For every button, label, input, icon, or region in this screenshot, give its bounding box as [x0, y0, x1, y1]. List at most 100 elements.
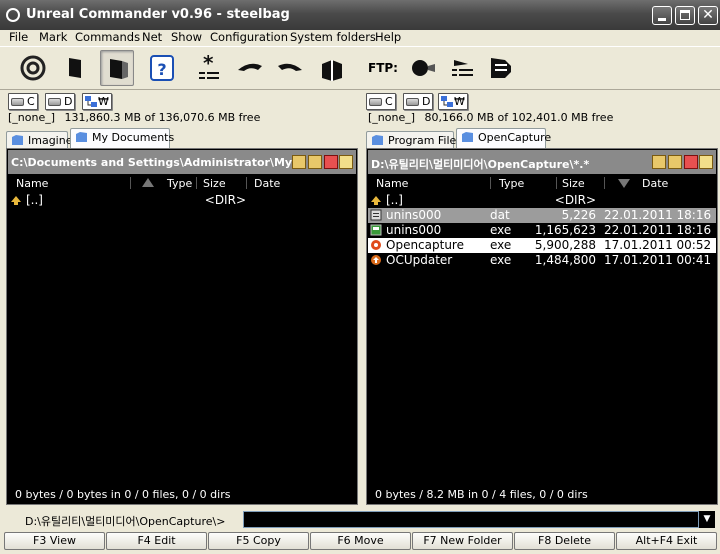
ftp-plug-icon	[412, 60, 435, 76]
right-drive-c-button[interactable]: C	[366, 93, 396, 110]
file-row[interactable]: Opencapture exe 5,900,288 17.01.2011 00:…	[368, 238, 716, 253]
menu-net[interactable]: Net	[142, 30, 162, 44]
left-drive-c-button[interactable]: C	[8, 93, 38, 110]
command-input[interactable]	[243, 511, 699, 528]
right-network-button[interactable]: ₩	[438, 93, 468, 110]
folder-icon	[372, 135, 383, 145]
column-separator[interactable]	[130, 177, 131, 189]
favorites-folder-icon[interactable]	[668, 155, 682, 169]
history-icon[interactable]	[652, 155, 666, 169]
right-column-header: Name Type Size Date	[368, 175, 716, 191]
drive-letter: D	[422, 95, 431, 108]
f8-delete-button[interactable]: F8 Delete	[514, 532, 615, 550]
bookmark-icon[interactable]	[324, 155, 338, 169]
right-path-bar[interactable]: D:\유틸리티\멀티미디어\OpenCapture\*.*	[368, 150, 716, 174]
col-date-header[interactable]: Date	[254, 177, 280, 190]
right-tab-strip: Program Files OpenCapture	[366, 128, 718, 148]
left-network-button[interactable]: ₩	[82, 93, 112, 110]
minimize-button[interactable]	[652, 6, 672, 25]
brief-view-button[interactable]	[58, 50, 92, 86]
right-tab-opencapture[interactable]: OpenCapture	[456, 128, 551, 148]
col-type-header[interactable]: Type	[167, 177, 192, 190]
column-separator[interactable]	[246, 177, 247, 189]
left-drive-bar: C D ₩	[8, 93, 358, 111]
file-row[interactable]: [..] <DIR>	[368, 193, 716, 208]
col-date-header[interactable]: Date	[642, 177, 668, 190]
file-date: 17.01.2011 00:41	[604, 253, 712, 267]
right-file-panel[interactable]: D:\유틸리티\멀티미디어\OpenCapture\*.* Name Type …	[366, 148, 718, 505]
maximize-button[interactable]	[675, 6, 695, 25]
maximize-icon	[680, 10, 690, 20]
left-tab-my-documents[interactable]: My Documents	[70, 128, 174, 148]
file-name: Opencapture	[386, 238, 464, 252]
file-row[interactable]: unins000 dat 5,226 22.01.2011 18:16	[368, 208, 716, 223]
ftp-connect-button[interactable]	[405, 50, 439, 86]
menu-bar: File Mark Commands Net Show Configuratio…	[0, 30, 720, 46]
menu-help[interactable]: Help	[375, 30, 401, 44]
ftp-disconnect-button[interactable]	[484, 50, 518, 86]
notes-icon[interactable]	[339, 155, 353, 169]
left-tab-imagine[interactable]: Imagine	[6, 131, 72, 148]
alt-f4-exit-button[interactable]: Alt+F4 Exit	[616, 532, 717, 550]
column-separator[interactable]	[556, 177, 557, 189]
menu-system-folders[interactable]: System folders	[290, 30, 376, 44]
tab-label: My Documents	[92, 131, 175, 144]
tab-label: OpenCapture	[478, 131, 552, 144]
right-tab-program-files[interactable]: Program Files	[366, 131, 462, 148]
menu-configuration[interactable]: Configuration	[210, 30, 288, 44]
forward-button[interactable]	[273, 50, 307, 86]
hard-drive-icon	[11, 98, 24, 106]
column-separator[interactable]	[604, 177, 605, 189]
file-row[interactable]: [..] <DIR>	[8, 193, 356, 208]
notes-icon[interactable]	[699, 155, 713, 169]
col-size-header[interactable]: Size	[203, 177, 226, 190]
full-view-button[interactable]	[100, 50, 134, 86]
f3-view-button[interactable]: F3 View	[4, 532, 105, 550]
file-row[interactable]: OCUpdater exe 1,484,800 17.01.2011 00:41	[368, 253, 716, 268]
left-free-text: 131,860.3 MB of 136,070.6 MB free	[64, 111, 261, 124]
ftp-disconnect-icon	[491, 58, 511, 78]
f5-copy-button[interactable]: F5 Copy	[208, 532, 309, 550]
right-drive-d-button[interactable]: D	[403, 93, 433, 110]
pack-button[interactable]	[315, 50, 349, 86]
menu-show[interactable]: Show	[171, 30, 202, 44]
menu-commands[interactable]: Commands	[75, 30, 140, 44]
drive-letter: D	[64, 95, 73, 108]
bookmark-icon[interactable]	[684, 155, 698, 169]
left-file-panel[interactable]: C:\Documents and Settings\Administrator\…	[6, 148, 358, 505]
left-path-bar[interactable]: C:\Documents and Settings\Administrator\…	[8, 150, 356, 174]
command-history-dropdown[interactable]: ▼	[699, 511, 715, 528]
left-status-text: 0 bytes / 0 bytes in 0 / 0 files, 0 / 0 …	[15, 488, 231, 501]
f4-edit-button[interactable]: F4 Edit	[106, 532, 207, 550]
select-group-button[interactable]: *	[192, 50, 226, 86]
col-size-header[interactable]: Size	[562, 177, 585, 190]
col-type-header[interactable]: Type	[499, 177, 524, 190]
history-icon[interactable]	[292, 155, 306, 169]
right-status-bar: 0 bytes / 8.2 MB in 0 / 4 files, 0 / 0 d…	[368, 486, 716, 504]
left-status-bar: 0 bytes / 0 bytes in 0 / 0 files, 0 / 0 …	[8, 486, 356, 504]
help-button[interactable]: ?	[145, 50, 179, 86]
folder-icon	[76, 132, 87, 142]
column-separator[interactable]	[490, 177, 491, 189]
full-view-icon	[110, 59, 128, 79]
file-size: <DIR>	[554, 193, 596, 207]
left-path-text: C:\Documents and Settings\Administrator\…	[11, 156, 300, 169]
favorites-folder-icon[interactable]	[308, 155, 322, 169]
close-button[interactable]: ✕	[698, 6, 718, 25]
back-button[interactable]	[233, 50, 267, 86]
file-row[interactable]: unins000 exe 1,165,623 22.01.2011 18:16	[368, 223, 716, 238]
column-separator[interactable]	[196, 177, 197, 189]
refresh-button[interactable]	[16, 50, 50, 86]
right-drive-bar: C D ₩	[366, 93, 716, 111]
network-symbol: ₩	[98, 95, 109, 108]
gift-box-icon	[322, 60, 342, 81]
f6-move-button[interactable]: F6 Move	[310, 532, 411, 550]
menu-file[interactable]: File	[9, 30, 28, 44]
menu-mark[interactable]: Mark	[39, 30, 67, 44]
command-prompt: D:\유틸리티\멀티미디어\OpenCapture\>	[25, 515, 226, 528]
col-name-header[interactable]: Name	[16, 177, 48, 190]
col-name-header[interactable]: Name	[376, 177, 408, 190]
ftp-list-button[interactable]	[445, 50, 479, 86]
left-drive-d-button[interactable]: D	[45, 93, 75, 110]
f7-new-folder-button[interactable]: F7 New Folder	[412, 532, 513, 550]
